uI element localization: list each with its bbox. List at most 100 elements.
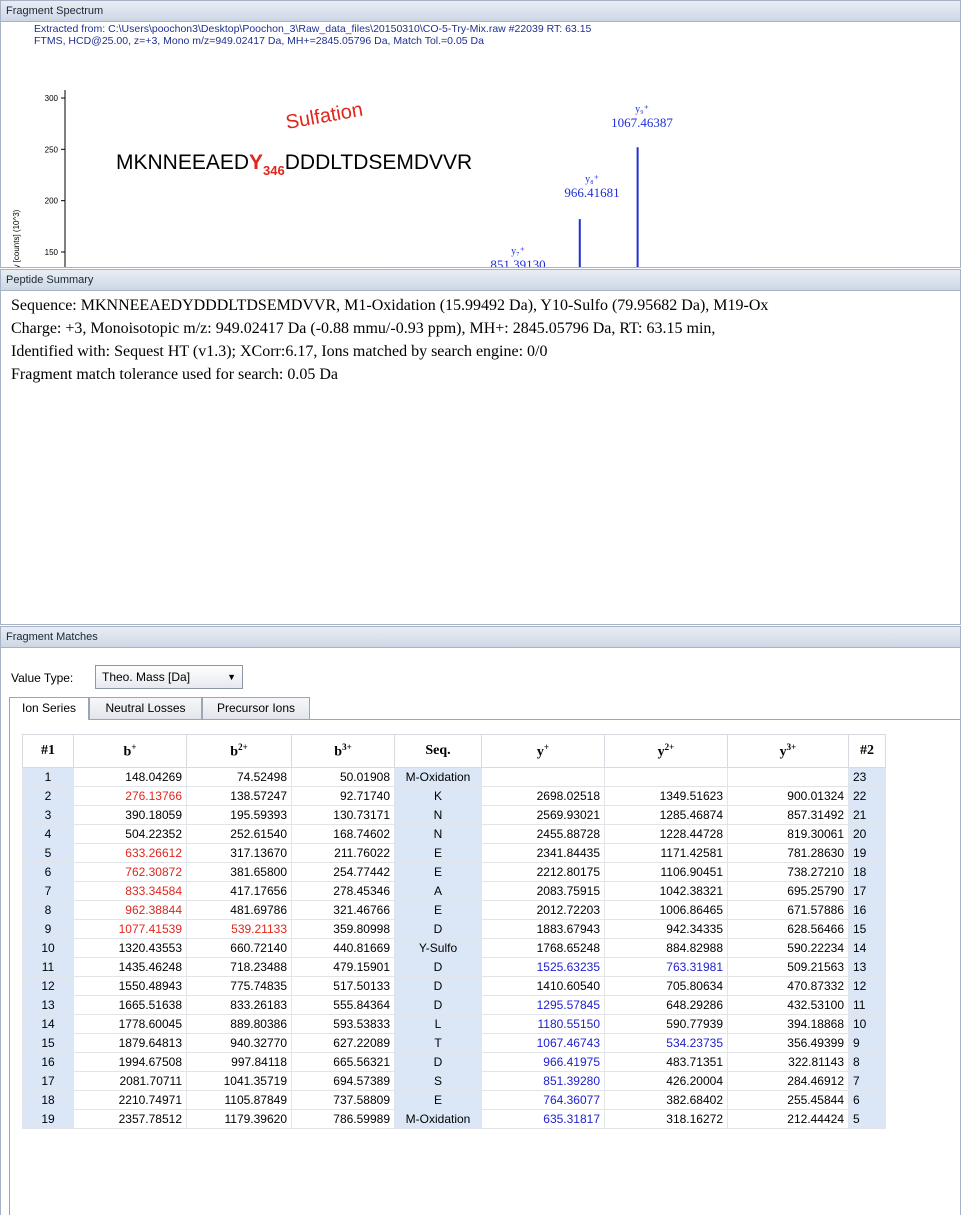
spectrum-chart[interactable]: 05010015020025030050010001500m/zIntensit… — [1, 22, 960, 268]
table-cell-y2: 763.31981 — [604, 957, 728, 977]
col-header-n2[interactable]: #2 — [848, 734, 886, 768]
table-cell-b1: 1879.64813 — [73, 1033, 187, 1053]
table-cell-seq: D — [394, 976, 482, 996]
table-cell-seq: D — [394, 995, 482, 1015]
table-row[interactable]: 1 148.04269 74.52498 50.01908 M-Oxidation 23 — [22, 767, 886, 787]
summary-charge-line: Charge: +3, Monoisotopic m/z: 949.02417 … — [11, 320, 716, 337]
table-row[interactable]: 2 276.13766 138.57247 92.71740 K 2698.02518 13… — [22, 786, 886, 806]
chevron-down-icon: ▼ — [227, 672, 236, 682]
table-cell-y2: 1006.86465 — [604, 900, 728, 920]
table-row[interactable]: 7 833.34584 417.17656 278.45346 A 2083.75915 1… — [22, 881, 886, 901]
table-row[interactable]: 18 2210.74971 1105.87849 737.58809 E 764.3607… — [22, 1090, 886, 1110]
table-row[interactable]: 12 1550.48943 775.74835 517.50133 D 1410.6054… — [22, 976, 886, 996]
table-cell-b1: 276.13766 — [73, 786, 187, 806]
value-type-dropdown[interactable]: Theo. Mass [Da] ▼ — [95, 665, 243, 689]
table-cell-b2: 417.17656 — [186, 881, 292, 901]
col-header-b2[interactable]: b2+ — [186, 734, 292, 768]
table-cell-y1: 851.39280 — [481, 1071, 605, 1091]
col-header-b1[interactable]: b+ — [73, 734, 187, 768]
table-cell-y3: 900.01324 — [727, 786, 849, 806]
table-cell-b3: 517.50133 — [291, 976, 395, 996]
table-cell-y1: 1295.57845 — [481, 995, 605, 1015]
table-cell-n1: 1 — [22, 767, 74, 787]
peptide-sequence: MKNNEEAEDY346DDDLTDSEMDVVR — [116, 151, 472, 178]
table-cell-y3: 819.30061 — [727, 824, 849, 844]
table-cell-n2: 5 — [848, 1109, 886, 1129]
tab-neutral-losses[interactable]: Neutral Losses — [89, 697, 202, 719]
table-cell-b2: 317.13670 — [186, 843, 292, 863]
fragment-matches-panel: Fragment Matches Value Type: Theo. Mass … — [0, 626, 961, 1215]
table-cell-n1: 13 — [22, 995, 74, 1015]
table-row[interactable]: 4 504.22352 252.61540 168.74602 N 2455.88728 1… — [22, 824, 886, 844]
fragment-matches-title: Fragment Matches — [1, 627, 960, 648]
table-cell-y3: 509.21563 — [727, 957, 849, 977]
table-cell-seq: K — [394, 786, 482, 806]
table-row[interactable]: 3 390.18059 195.59393 130.73171 N 2569.93021 1… — [22, 805, 886, 825]
table-cell-b2: 718.23488 — [186, 957, 292, 977]
table-cell-seq: M-Oxidation — [394, 767, 482, 787]
table-cell-b2: 775.74835 — [186, 976, 292, 996]
table-cell-seq: E — [394, 900, 482, 920]
col-header-seq[interactable]: Seq. — [394, 734, 482, 768]
table-row[interactable]: 11 1435.46248 718.23488 479.15901 D 1525.6323… — [22, 957, 886, 977]
table-cell-y2: 884.82988 — [604, 938, 728, 958]
summary-tolerance-line: Fragment match tolerance used for search… — [11, 366, 338, 383]
table-cell-b1: 2210.74971 — [73, 1090, 187, 1110]
table-cell-y2: 1042.38321 — [604, 881, 728, 901]
table-cell-b2: 195.59393 — [186, 805, 292, 825]
table-row[interactable]: 5 633.26612 317.13670 211.76022 E 2341.84435 1… — [22, 843, 886, 863]
table-row[interactable]: 10 1320.43553 660.72140 440.81669 Y-Sulfo 176… — [22, 938, 886, 958]
table-cell-n1: 12 — [22, 976, 74, 996]
table-cell-seq: E — [394, 862, 482, 882]
table-cell-seq: E — [394, 843, 482, 863]
table-cell-seq: D — [394, 1052, 482, 1072]
col-header-y1[interactable]: y+ — [481, 734, 605, 768]
table-cell-y3: 695.25790 — [727, 881, 849, 901]
table-cell-b3: 321.46766 — [291, 900, 395, 920]
table-cell-b1: 1320.43553 — [73, 938, 187, 958]
table-row[interactable]: 6 762.30872 381.65800 254.77442 E 2212.80175 1… — [22, 862, 886, 882]
table-cell-n2: 13 — [848, 957, 886, 977]
table-cell-y1: 1067.46743 — [481, 1033, 605, 1053]
table-cell-y2: 483.71351 — [604, 1052, 728, 1072]
table-row[interactable]: 13 1665.51638 833.26183 555.84364 D 1295.5784… — [22, 995, 886, 1015]
table-cell-seq: Y-Sulfo — [394, 938, 482, 958]
table-row[interactable]: 15 1879.64813 940.32770 627.22089 T 1067.4674… — [22, 1033, 886, 1053]
table-cell-b1: 390.18059 — [73, 805, 187, 825]
col-header-y3[interactable]: y3+ — [727, 734, 849, 768]
table-cell-b3: 254.77442 — [291, 862, 395, 882]
table-cell-b1: 762.30872 — [73, 862, 187, 882]
table-cell-n2: 23 — [848, 767, 886, 787]
y-axis-label: Intensity [counts] (10^3) — [12, 209, 21, 268]
y-tick-label: 200 — [45, 197, 59, 206]
table-row[interactable]: 17 2081.70711 1041.35719 694.57389 S 851.3928… — [22, 1071, 886, 1091]
table-row[interactable]: 9 1077.41539 539.21133 359.80998 D 1883.67943… — [22, 919, 886, 939]
table-cell-b2: 1179.39620 — [186, 1109, 292, 1129]
table-row[interactable]: 8 962.38844 481.69786 321.46766 E 2012.72203 1… — [22, 900, 886, 920]
col-header-y2[interactable]: y2+ — [604, 734, 728, 768]
table-cell-n1: 10 — [22, 938, 74, 958]
peak-ion-label: y₉⁺ — [635, 104, 649, 115]
table-cell-b2: 997.84118 — [186, 1052, 292, 1072]
table-cell-y2: 1171.42581 — [604, 843, 728, 863]
tab-precursor-ions[interactable]: Precursor Ions — [202, 697, 310, 719]
col-header-b3[interactable]: b3+ — [291, 734, 395, 768]
table-cell-seq: S — [394, 1071, 482, 1091]
table-cell-n1: 3 — [22, 805, 74, 825]
table-cell-b3: 440.81669 — [291, 938, 395, 958]
table-cell-y2: 942.34335 — [604, 919, 728, 939]
table-row[interactable]: 16 1994.67508 997.84118 665.56321 D 966.41975… — [22, 1052, 886, 1072]
table-cell-b3: 737.58809 — [291, 1090, 395, 1110]
table-row[interactable]: 19 2357.78512 1179.39620 786.59989 M-Oxidati… — [22, 1109, 886, 1129]
table-cell-b2: 381.65800 — [186, 862, 292, 882]
table-cell-seq: D — [394, 957, 482, 977]
col-header-n1[interactable]: #1 — [22, 734, 74, 768]
table-cell-b1: 833.34584 — [73, 881, 187, 901]
table-cell-y2: 648.29286 — [604, 995, 728, 1015]
tab-ion-series[interactable]: Ion Series — [9, 697, 89, 720]
table-cell-b1: 1077.41539 — [73, 919, 187, 939]
peak-ion-label: y₈⁺ — [585, 174, 599, 185]
summary-sequence-line: Sequence: MKNNEEAEDYDDDLTDSEMDVVR, M1-Ox… — [11, 297, 769, 314]
peak-mz-label: 1067.46387 — [611, 115, 673, 130]
table-row[interactable]: 14 1778.60045 889.80386 593.53833 L 1180.5515… — [22, 1014, 886, 1034]
